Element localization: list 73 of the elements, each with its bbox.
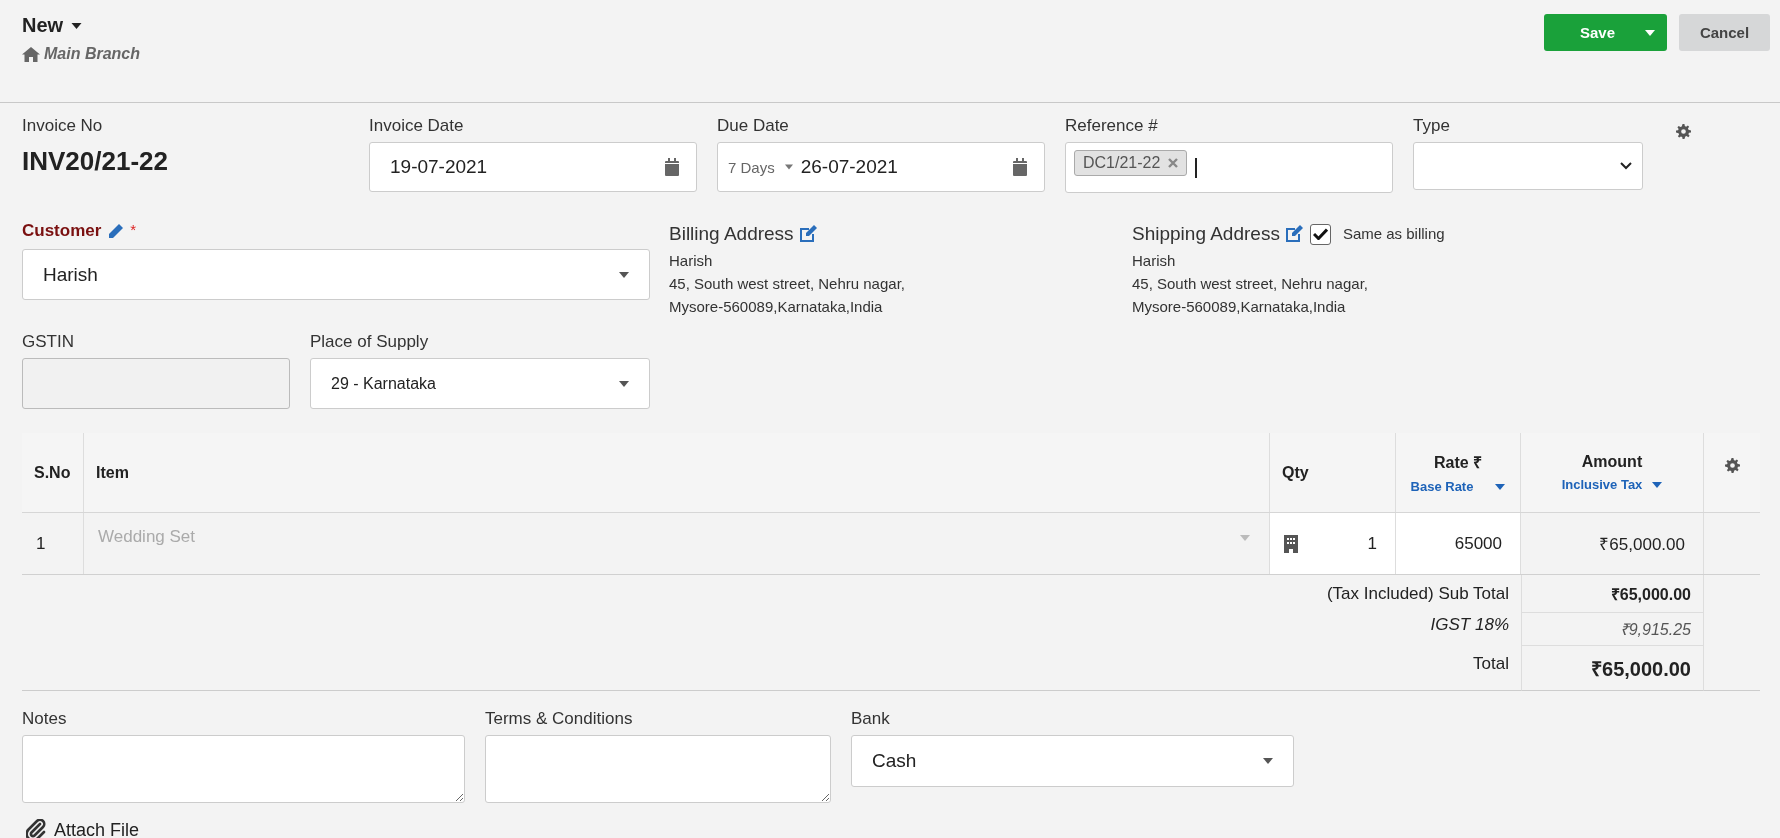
date-field[interactable]: 26-07-2021 bbox=[800, 156, 1012, 178]
field-label: Bank bbox=[851, 709, 890, 729]
home-icon bbox=[22, 46, 40, 62]
column-header: Rate ₹ bbox=[1433, 453, 1483, 473]
reference-tag[interactable]: DC1/21-22 bbox=[1074, 150, 1188, 176]
caret-icon bbox=[71, 22, 83, 29]
table-cell: 1 bbox=[36, 533, 46, 554]
column-header: Amount bbox=[1581, 453, 1643, 471]
gstin-field[interactable] bbox=[22, 358, 290, 409]
caret-icon bbox=[1645, 29, 1655, 36]
calendar-icon bbox=[664, 158, 680, 176]
attach-file-link[interactable]: Attach File bbox=[22, 819, 140, 838]
caret-icon bbox=[1652, 481, 1663, 488]
caret-icon bbox=[619, 271, 629, 278]
total-label: (Tax Included) Sub Total bbox=[1326, 584, 1509, 604]
field-label: Notes bbox=[22, 709, 67, 729]
field-label: Invoice Date bbox=[369, 116, 464, 136]
checkbox-label: Same as billing bbox=[1342, 224, 1445, 244]
quantity-field[interactable]: 1 bbox=[1367, 533, 1377, 554]
settings-icon[interactable] bbox=[1676, 124, 1691, 139]
pencil-icon[interactable] bbox=[107, 222, 125, 240]
same-as-billing-checkbox[interactable] bbox=[1309, 223, 1331, 245]
total-value: ₹65,000.00 bbox=[1610, 584, 1691, 605]
paperclip-icon bbox=[26, 819, 46, 838]
remove-icon[interactable] bbox=[1168, 158, 1179, 168]
reference-field[interactable]: DC1/21-22 bbox=[1065, 142, 1393, 193]
caret-icon bbox=[619, 380, 629, 387]
field-label: Customer bbox=[22, 221, 102, 241]
field-label: Due Date bbox=[717, 116, 789, 136]
notes-field[interactable] bbox=[22, 735, 465, 803]
cancel-button[interactable]: Cancel bbox=[1679, 14, 1770, 51]
terms-dropdown[interactable]: 7 Days bbox=[728, 158, 801, 176]
address-title: Shipping Address bbox=[1132, 222, 1280, 246]
customer-select[interactable]: Harish bbox=[22, 249, 650, 300]
field-label: Place of Supply bbox=[310, 332, 429, 352]
branch-name: Main Branch bbox=[44, 45, 140, 63]
table-cell-text: ₹65,000.00 bbox=[1599, 534, 1685, 555]
column-option[interactable]: Base Rate bbox=[1410, 479, 1506, 494]
field-label: GSTIN bbox=[22, 332, 74, 352]
caret-icon bbox=[1495, 483, 1506, 490]
chevron-down-icon bbox=[1620, 162, 1632, 170]
column-header: S.No bbox=[34, 463, 71, 482]
new-menu[interactable]: New bbox=[22, 14, 83, 37]
date-field[interactable]: 19-07-2021 bbox=[369, 142, 697, 192]
address-text: Harish 45, South west street, Nehru nagar, Mysore-560089,Karnataka,India bbox=[1132, 251, 1369, 317]
required-mark: * bbox=[130, 221, 137, 238]
field-label: Type bbox=[1413, 116, 1450, 136]
edit-icon[interactable] bbox=[797, 224, 818, 244]
caret-icon bbox=[1239, 535, 1251, 541]
column-header: Qty bbox=[1282, 463, 1310, 482]
field-label: Terms & Conditions bbox=[485, 709, 633, 729]
address-title: Billing Address bbox=[669, 222, 794, 246]
building-icon bbox=[1284, 534, 1298, 553]
edit-icon[interactable] bbox=[1283, 224, 1304, 244]
settings-icon[interactable] bbox=[1724, 458, 1740, 473]
column-option[interactable]: Inclusive Tax bbox=[1561, 477, 1663, 492]
bank-select[interactable]: Cash bbox=[851, 735, 1294, 787]
invoice-number: INV20/21-22 bbox=[22, 146, 168, 177]
supply-select[interactable]: 29 - Karnataka bbox=[310, 358, 650, 409]
field-label: Invoice No bbox=[22, 116, 103, 136]
check-icon bbox=[1312, 228, 1328, 240]
rate-field[interactable]: 65000 bbox=[1396, 513, 1521, 574]
caret-icon bbox=[1263, 758, 1273, 764]
total-value: ₹65,000.00 bbox=[1591, 656, 1691, 682]
column-header: Item bbox=[96, 463, 130, 482]
address-text: Harish 45, South west street, Nehru nagar, Mysore-560089,Karnataka,India bbox=[669, 251, 906, 317]
total-label: IGST 18% bbox=[1430, 615, 1509, 635]
calendar-icon bbox=[1012, 158, 1028, 176]
field-label: Reference # bbox=[1065, 116, 1158, 136]
terms-field[interactable] bbox=[485, 735, 831, 803]
caret-icon bbox=[784, 164, 793, 170]
total-value: ₹9,915.25 bbox=[1619, 620, 1691, 640]
total-label: Total bbox=[1473, 654, 1509, 674]
